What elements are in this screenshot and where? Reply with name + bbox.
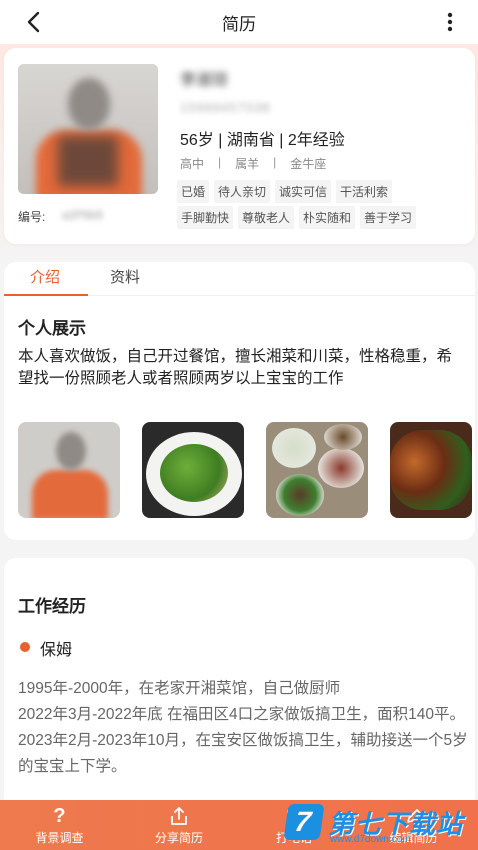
star-sign: 金牛座: [290, 157, 327, 171]
more-vertical-icon: [447, 12, 453, 32]
job-title: 保姆: [40, 642, 73, 659]
share-icon: [169, 805, 189, 827]
chevron-left-icon: [27, 11, 40, 33]
tag: 干活利索: [336, 180, 393, 203]
tag: 手脚勤快: [177, 206, 234, 229]
showcase-text: 本人喜欢做饭，自己开过餐馆，擅长湘菜和川菜，性格稳重，希望找一份照顾老人或者照顾…: [18, 348, 453, 387]
tags-row-1: 已婚 待人亲切 诚实可信 干活利索: [177, 180, 397, 203]
bottom-action-bar: ? 背景调查 分享简历 打电话 编辑简历: [0, 800, 478, 850]
profile-card: 编号: a2P6k9 李淑琼 15969457038 56岁 | 湖南省 | 2…: [4, 48, 475, 244]
tag: 尊敬老人: [238, 206, 295, 229]
back-button[interactable]: [20, 8, 48, 36]
work-history: 1995年-2000年，在老家开湘菜馆，自己做厨师 2022年3月-2022年底…: [18, 676, 468, 780]
share-resume-button[interactable]: 分享简历: [119, 800, 239, 850]
question-icon: ?: [53, 804, 66, 827]
id-label: 编号:: [18, 210, 46, 224]
photo-portrait[interactable]: [18, 422, 120, 518]
attr-separator: |: [273, 155, 277, 169]
page-title: 简历: [222, 14, 256, 34]
share-resume-label: 分享简历: [154, 830, 203, 845]
tag: 朴实随和: [299, 206, 356, 229]
background-check-label: 背景调查: [35, 830, 84, 845]
candidate-phone: 15969457038: [180, 100, 271, 115]
phone-icon: [285, 805, 303, 827]
id-value: a2P6k9: [62, 208, 103, 222]
candidate-name: 李淑琼: [180, 72, 229, 89]
call-button[interactable]: 打电话: [239, 800, 349, 850]
work-history-line: 1995年-2000年，在老家开湘菜馆，自己做厨师: [18, 680, 341, 697]
job-bullet-icon: [20, 642, 30, 652]
photo-gallery: [18, 422, 472, 518]
edit-resume-button[interactable]: 编辑简历: [349, 800, 478, 850]
photo-dish-3[interactable]: [390, 422, 472, 518]
intro-card: 介绍 资料 个人展示 本人喜欢做饭，自己开过餐馆，擅长湘菜和川菜，性格稳重，希望…: [4, 262, 475, 540]
tag: 待人亲切: [214, 180, 271, 203]
work-history-line: 2023年2月-2023年10月，在宝安区做饭搞卫生，辅助接送一个5岁的宝宝上下…: [18, 732, 468, 775]
background-check-button[interactable]: ? 背景调查: [0, 800, 119, 850]
tab-info[interactable]: 资料: [110, 266, 140, 287]
tag: 已婚: [177, 180, 210, 203]
candidate-summary: 56岁 | 湖南省 | 2年经验: [180, 132, 345, 149]
photo-dish-2[interactable]: [266, 422, 368, 518]
tags-row-2: 手脚勤快 尊敬老人 朴实随和 善于学习: [177, 206, 421, 229]
candidate-attributes: 高中 | 属羊 | 金牛座: [180, 155, 340, 172]
tag: 诚实可信: [275, 180, 332, 203]
work-experience-card: 工作经历 保姆 1995年-2000年，在老家开湘菜馆，自己做厨师 2022年3…: [4, 558, 475, 808]
showcase-title: 个人展示: [18, 319, 86, 338]
work-experience-title: 工作经历: [18, 597, 86, 616]
top-bar: 简历: [0, 0, 478, 44]
education: 高中: [180, 157, 205, 171]
edit-icon: [405, 805, 423, 827]
edit-resume-label: 编辑简历: [389, 830, 438, 845]
zodiac: 属羊: [235, 157, 260, 171]
photo-dish-1[interactable]: [142, 422, 244, 518]
tag: 善于学习: [360, 206, 417, 229]
avatar[interactable]: [18, 64, 158, 194]
work-history-line: 2022年3月-2022年底 在福田区4口之家做饭搞卫生，面积140平。: [18, 706, 466, 723]
call-label: 打电话: [275, 830, 312, 845]
tab-bar: 介绍 资料: [4, 262, 475, 296]
tab-intro[interactable]: 介绍: [30, 266, 60, 287]
attr-separator: |: [218, 155, 222, 169]
active-tab-indicator: [4, 294, 88, 296]
more-options-button[interactable]: [440, 8, 460, 36]
